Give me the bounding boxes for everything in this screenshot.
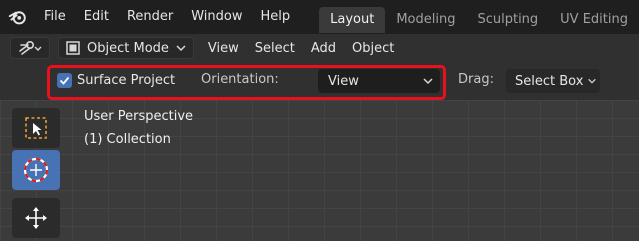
- menu-help[interactable]: Help: [251, 0, 299, 34]
- header-menu-view[interactable]: View: [200, 41, 247, 56]
- menu-file[interactable]: File: [35, 0, 75, 34]
- header-menu-select[interactable]: Select: [247, 41, 303, 56]
- move-tool-button[interactable]: [12, 198, 60, 238]
- select-box-icon: [25, 117, 47, 139]
- drag-dropdown[interactable]: Select Box: [506, 69, 600, 93]
- viewport-collection-label: (1) Collection: [84, 132, 171, 147]
- chevron-down-icon: [588, 78, 596, 84]
- tab-layout[interactable]: Layout: [319, 7, 386, 33]
- object-mode-icon: [66, 41, 80, 55]
- tab-sculpting[interactable]: Sculpting: [466, 7, 549, 33]
- cursor-tool-button[interactable]: [12, 150, 60, 190]
- mode-label: Object Mode: [87, 40, 169, 56]
- mode-dropdown[interactable]: Object Mode: [58, 37, 194, 59]
- top-bar: File Edit Render Window Help Layout Mode…: [0, 0, 639, 34]
- editor-type-icon: [19, 40, 42, 55]
- menu-render[interactable]: Render: [118, 0, 182, 34]
- tab-uv-editing[interactable]: UV Editing: [549, 7, 639, 33]
- tool-shelf: [10, 108, 62, 241]
- header-menu-object[interactable]: Object: [344, 41, 402, 56]
- menu-window[interactable]: Window: [182, 0, 251, 34]
- highlight-box: [47, 65, 446, 100]
- drag-label: Drag:: [458, 72, 494, 87]
- header-menu-add[interactable]: Add: [303, 41, 344, 56]
- editor-type-button[interactable]: [10, 37, 50, 59]
- move-icon: [25, 207, 47, 229]
- drag-value: Select Box: [515, 73, 584, 89]
- blender-logo-icon[interactable]: [8, 6, 27, 28]
- viewport-header: Object Mode View Select Add Object: [0, 34, 639, 62]
- select-box-tool-button[interactable]: [12, 108, 60, 148]
- workspace-tabs: Layout Modeling Sculpting UV Editing: [319, 1, 639, 33]
- tab-modeling[interactable]: Modeling: [385, 7, 466, 33]
- menu-edit[interactable]: Edit: [75, 0, 118, 34]
- chevron-down-icon: [176, 45, 186, 52]
- viewport-perspective-label: User Perspective: [84, 109, 194, 124]
- cursor-icon: [23, 157, 49, 183]
